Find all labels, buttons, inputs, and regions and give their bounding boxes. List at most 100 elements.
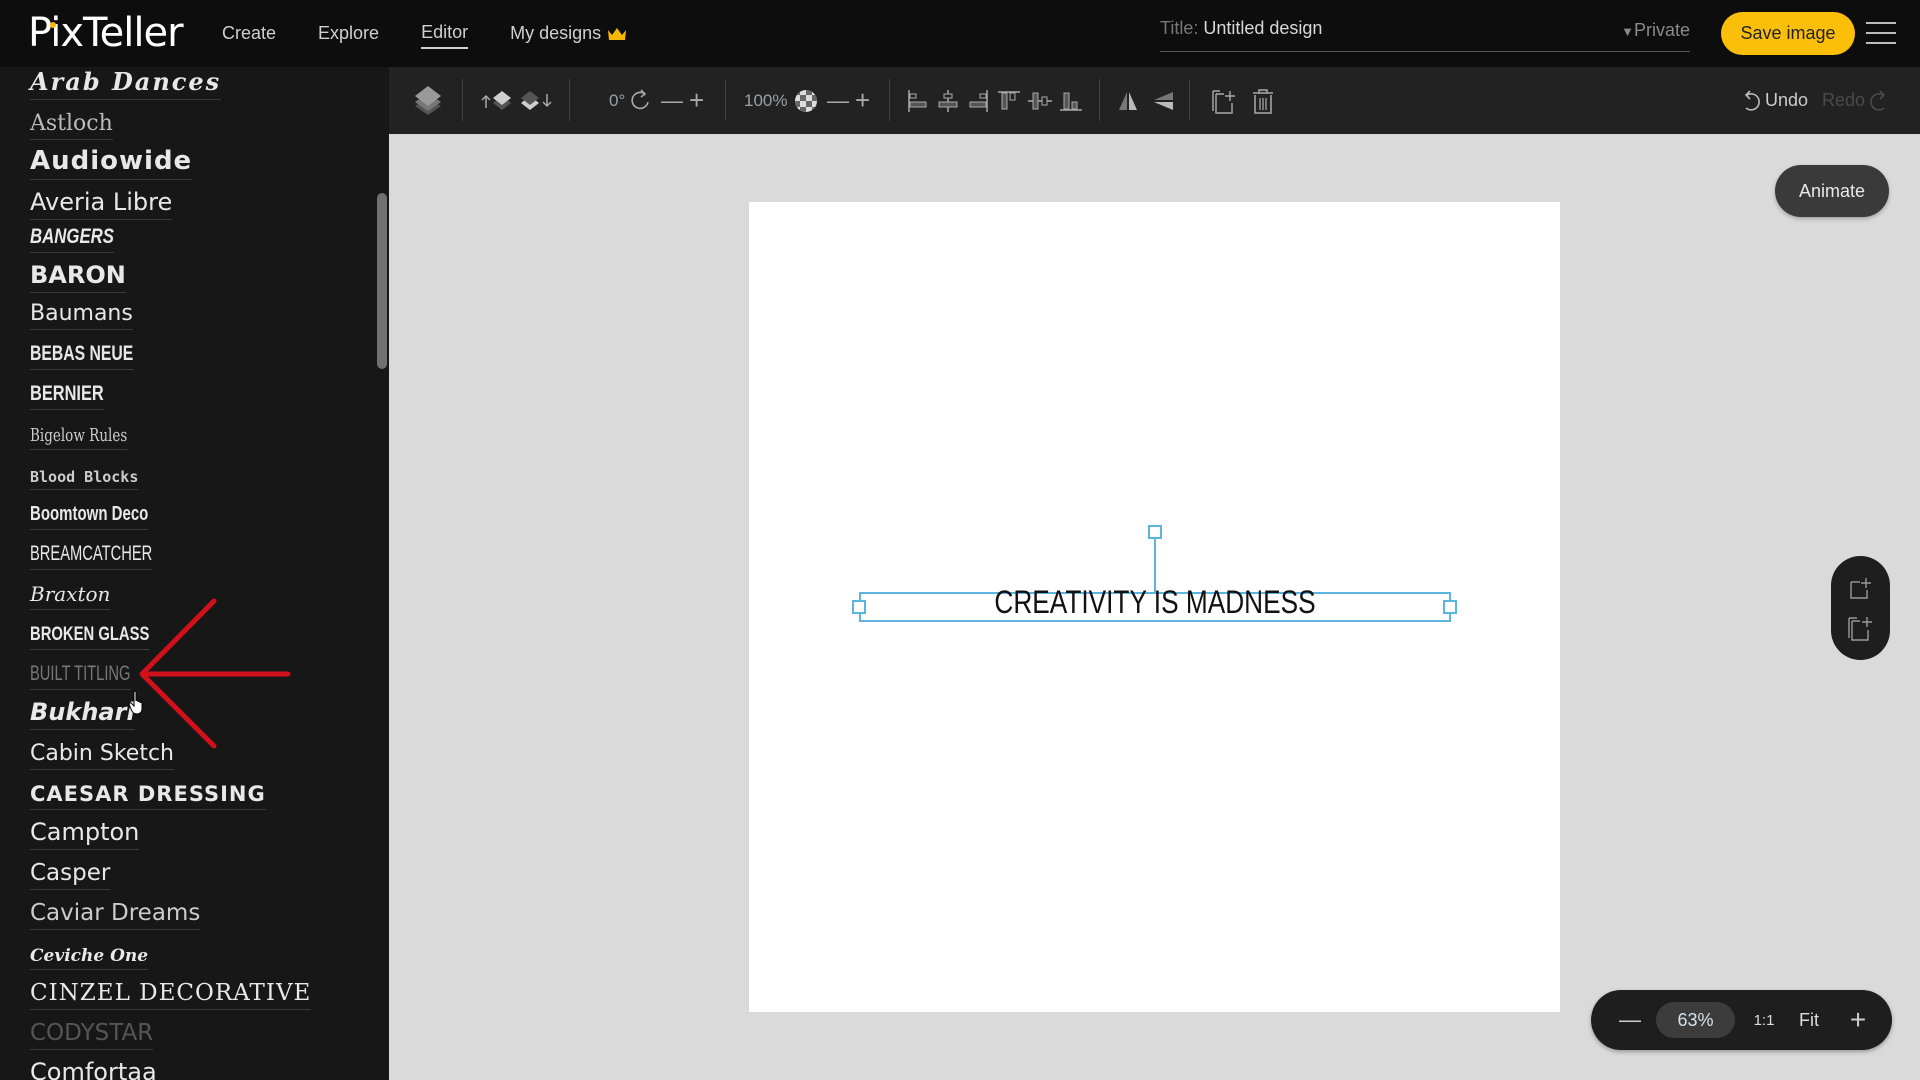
design-title-field[interactable]: Title: Untitled design ▼Private — [1160, 18, 1690, 52]
flip-vertical-button[interactable] — [1151, 67, 1175, 134]
opacity-button[interactable] — [794, 67, 818, 134]
send-backward-button[interactable] — [519, 67, 553, 134]
add-page-icon — [1850, 578, 1871, 599]
crown-icon — [608, 27, 627, 40]
font-list-row: BROKEN GLASS — [30, 610, 311, 650]
font-option[interactable]: Cabin Sketch — [30, 741, 174, 770]
main-nav: Create Explore Editor My designs — [222, 22, 627, 49]
zoom-out-button[interactable]: — — [1615, 990, 1645, 1050]
privacy-dropdown[interactable]: ▼Private — [1621, 20, 1690, 41]
font-option[interactable]: Astloch — [30, 111, 113, 140]
delete-button[interactable] — [1251, 67, 1275, 134]
rotate-decrease-button[interactable]: — — [661, 67, 683, 134]
align-center-horizontal-icon — [938, 89, 958, 112]
font-option[interactable]: Bigelow Rules — [30, 425, 128, 450]
logo-dot — [50, 22, 56, 28]
zoom-fit-button[interactable]: Fit — [1791, 990, 1827, 1050]
opacity-decrease-button[interactable]: — — [827, 67, 849, 134]
font-list-row: Ceviche One — [30, 930, 311, 970]
minus-icon: — — [827, 87, 849, 113]
font-option[interactable]: Campton — [30, 818, 140, 850]
plus-icon: + — [689, 85, 705, 115]
align-middle-vertical-button[interactable] — [1027, 67, 1053, 134]
flip-horizontal-button[interactable] — [1116, 67, 1140, 134]
font-option[interactable]: Averia Libre — [30, 188, 173, 220]
plus-icon: + — [1849, 1004, 1867, 1035]
zoom-level[interactable]: 63% — [1656, 1002, 1735, 1038]
font-option[interactable]: Comfortaa — [30, 1058, 157, 1080]
font-option[interactable]: Bukhari — [30, 698, 135, 730]
undo-button[interactable]: Undo — [1741, 67, 1808, 134]
font-option[interactable]: CINZEL DECORATIVE — [30, 980, 312, 1010]
align-top-icon — [998, 90, 1020, 109]
zoom-controls: — 63% 1:1 Fit + — [1591, 990, 1892, 1050]
font-option[interactable]: BANGERS — [30, 225, 115, 253]
resize-handle-left[interactable] — [852, 600, 866, 614]
font-list-row: Baumans — [30, 293, 311, 330]
rotate-button[interactable] — [629, 67, 653, 134]
nav-explore[interactable]: Explore — [318, 22, 379, 49]
rotate-increase-button[interactable]: + — [689, 67, 704, 134]
opacity-increase-button[interactable]: + — [855, 67, 870, 134]
animate-button[interactable]: Animate — [1775, 165, 1889, 217]
font-option[interactable]: BEBAS NEUE — [30, 342, 134, 370]
font-option[interactable]: Braxton — [30, 582, 111, 610]
font-list-row: Comfortaa — [30, 1050, 311, 1080]
rotation-value[interactable]: 0° — [609, 91, 625, 111]
font-option[interactable]: BARON — [30, 261, 126, 293]
layers-button[interactable] — [413, 67, 443, 134]
pixteller-logo[interactable]: PixTeller — [28, 10, 184, 56]
align-right-button[interactable] — [966, 67, 990, 134]
duplicate-page-button[interactable] — [1847, 614, 1875, 647]
font-option[interactable]: CODYSTAR — [30, 1020, 154, 1050]
nav-editor-label: Editor — [421, 22, 469, 42]
redo-label: Redo — [1822, 90, 1866, 110]
resize-handle-right[interactable] — [1443, 600, 1457, 614]
align-left-button[interactable] — [906, 67, 930, 134]
add-page-button[interactable] — [1848, 576, 1874, 607]
transparency-checker-icon — [795, 89, 817, 112]
align-middle-vertical-icon — [1028, 92, 1052, 109]
align-bottom-button[interactable] — [1058, 67, 1084, 134]
hand-cursor-icon — [128, 690, 143, 715]
font-option[interactable]: BROKEN GLASS — [30, 624, 150, 650]
font-option[interactable]: Audiowide — [30, 146, 193, 180]
duplicate-button[interactable] — [1210, 67, 1238, 134]
font-option[interactable]: BUILT TITLING — [30, 662, 131, 690]
font-list-row: Caviar Dreams — [30, 890, 311, 930]
font-option[interactable]: BERNIER — [30, 382, 104, 410]
bring-forward-button[interactable] — [481, 67, 513, 134]
flip-horizontal-icon — [1119, 91, 1137, 110]
nav-create[interactable]: Create — [222, 22, 276, 49]
font-option[interactable]: Arab Dances — [30, 67, 222, 100]
align-top-button[interactable] — [996, 67, 1022, 134]
canvas-text-element[interactable]: CREATIVITY IS MADNESS — [912, 584, 1397, 621]
save-image-button[interactable]: Save image — [1721, 12, 1855, 55]
toolbar-divider — [889, 79, 890, 121]
font-list-row: Casper — [30, 850, 311, 890]
font-option[interactable]: BREAMCATCHER — [30, 542, 153, 570]
menu-icon[interactable] — [1866, 22, 1896, 46]
font-list-row: Averia Libre — [30, 180, 311, 220]
font-list-row: BERNIER — [30, 370, 311, 410]
zoom-one-to-one-button[interactable]: 1:1 — [1749, 990, 1779, 1050]
font-option[interactable]: Baumans — [30, 301, 133, 330]
align-center-horizontal-button[interactable] — [936, 67, 960, 134]
sidebar-scroll-thumb[interactable] — [377, 193, 387, 369]
font-option[interactable]: Boomtown Deco — [30, 503, 149, 530]
nav-explore-label: Explore — [318, 23, 380, 43]
nav-editor[interactable]: Editor — [421, 22, 469, 49]
caret-down-icon: ▼ — [1621, 24, 1634, 39]
font-option[interactable]: Blood Blocks — [30, 468, 139, 490]
redo-button[interactable]: Redo — [1822, 67, 1889, 134]
title-label: Title: — [1160, 18, 1199, 38]
zoom-in-button[interactable]: + — [1843, 990, 1873, 1050]
opacity-value[interactable]: 100% — [744, 91, 787, 111]
editor-toolbar: 0° — + 100% — + Undo Redo — [389, 67, 1920, 134]
nav-my-designs[interactable]: My designs — [510, 22, 627, 49]
rotation-handle[interactable] — [1148, 525, 1162, 539]
font-option[interactable]: Caviar Dreams — [30, 900, 201, 930]
font-option[interactable]: Casper — [30, 860, 111, 890]
font-option[interactable]: Ceviche One — [30, 946, 149, 970]
font-option[interactable]: CAESAR DRESSING — [30, 782, 266, 810]
